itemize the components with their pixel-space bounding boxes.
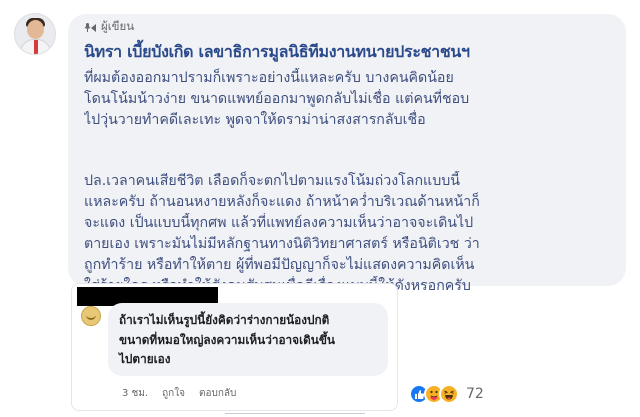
comment-line: ไปวุ่นวายทำคดีเละเทะ พูดจาให้ดราม่าน่าสง… — [84, 112, 426, 128]
author-badge-label: ผู้เขียน — [101, 19, 135, 33]
avatar-tie — [34, 40, 38, 54]
cropped-next-line — [225, 411, 365, 417]
reaction-summary[interactable]: 72 — [409, 384, 484, 404]
reply-reply-link: ตอบกลับ — [198, 388, 237, 399]
comment-author-name[interactable]: นิทรา เบี้ยบังเกิด เลขาธิการมูลนิธิทีมงา… — [84, 40, 470, 65]
reaction-count: 72 — [466, 386, 484, 402]
reply-meta: 3 ชม. ถูกใจ ตอบกลับ — [122, 386, 236, 401]
comment-paragraph-2: ปล.เวลาคนเสียชีวิต เลือดก็จะตกไปตามแรงโน… — [84, 171, 622, 297]
avatar[interactable] — [14, 13, 56, 55]
reply-like-link: ถูกใจ — [162, 388, 185, 399]
comment-line: ที่ผมต้องออกมาปรามก็เพราะอย่างนี้แหละครั… — [84, 70, 454, 86]
comment-line: จะแดง เป็นแบบนี้ทุกศพ แล้วที่แพทย์ลงความ… — [84, 215, 474, 231]
reply-line: ไปตายเอง — [119, 352, 171, 366]
comment-line: ถูกทำร้าย หรือทำให้ตาย ผู้ที่พอมีปัญญาก็… — [84, 257, 475, 273]
avatar-face — [27, 20, 44, 39]
author-badge: ผู้เขียน — [84, 18, 134, 36]
reply-line: ถ้าเราไม่เห็นรูปนี้ยังคิดว่าร่างกายน้องป… — [119, 313, 330, 327]
haha-icon — [439, 384, 459, 404]
microphone-icon — [84, 22, 96, 32]
comment-paragraph-1: ที่ผมต้องออกมาปรามก็เพราะอย่างนี้แหละครั… — [84, 68, 622, 131]
reply-line: ขนาดที่หมอใหญ่ลงความเห็นว่าอาจเดินขึ้น — [119, 333, 335, 347]
reply-avatar — [81, 306, 101, 326]
comment-line: ปล.เวลาคนเสียชีวิต เลือดก็จะตกไปตามแรงโน… — [84, 173, 460, 189]
reply-timestamp: 3 ชม. — [122, 388, 149, 399]
comment-line: โดนโน้มน้าวง่าย ขนาดแพทย์ออกมาพูดกลับไม่… — [84, 91, 470, 107]
comment-line: แหละครับ ถ้านอนหงายหลังก็จะแดง ถ้าหน้าคว… — [84, 194, 480, 210]
comment-line: ตายเอง เพราะมันไม่มีหลักฐานทางนิติวิทยาศ… — [84, 236, 480, 252]
